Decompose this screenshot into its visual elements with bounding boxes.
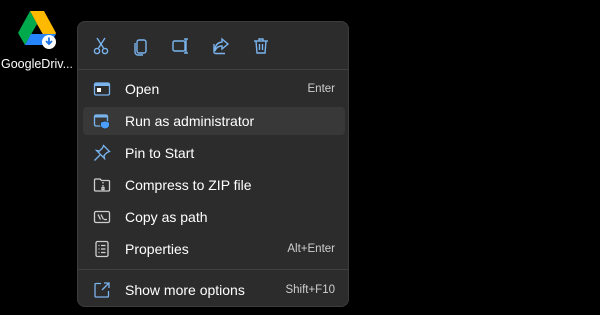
menu-item-label: Run as administrator xyxy=(125,113,255,129)
menu-item-copy-as-path[interactable]: Copy as path xyxy=(83,203,345,231)
menu-item-show-more-options[interactable]: Show more options Shift+F10 xyxy=(83,276,345,304)
menu-item-label: Copy as path xyxy=(125,209,208,225)
cut-icon xyxy=(93,37,109,55)
toolbar-separator xyxy=(78,69,348,70)
menu-item-open[interactable]: Open Enter xyxy=(83,75,345,103)
more-options-icon xyxy=(93,281,111,299)
open-icon xyxy=(93,80,111,98)
menu-item-shortcut: Enter xyxy=(307,83,336,95)
cut-button[interactable] xyxy=(86,32,116,60)
zip-folder-icon xyxy=(93,176,111,194)
menu-item-label: Properties xyxy=(125,241,189,257)
share-icon xyxy=(213,37,230,55)
menu-separator xyxy=(78,269,348,270)
menu-item-compress-to-zip[interactable]: Compress to ZIP file xyxy=(83,171,345,199)
menu-item-label: Show more options xyxy=(125,282,245,298)
copy-button[interactable] xyxy=(126,32,156,60)
desktop-shortcut[interactable]: GoogleDriv... xyxy=(0,6,74,71)
copy-icon xyxy=(134,39,147,56)
share-button[interactable] xyxy=(206,32,236,60)
shield-icon xyxy=(93,112,111,130)
menu-item-label: Compress to ZIP file xyxy=(125,177,252,193)
pin-icon xyxy=(93,144,111,162)
menu-item-run-as-administrator[interactable]: Run as administrator xyxy=(83,107,345,135)
rename-button[interactable] xyxy=(166,32,196,60)
menu-item-pin-to-start[interactable]: Pin to Start xyxy=(83,139,345,167)
context-toolbar xyxy=(78,22,348,70)
google-drive-icon xyxy=(18,11,56,49)
menu-item-label: Pin to Start xyxy=(125,145,195,161)
properties-icon xyxy=(93,240,111,258)
delete-button[interactable] xyxy=(246,32,276,60)
menu-item-label: Open xyxy=(125,81,160,97)
menu-item-shortcut: Alt+Enter xyxy=(287,243,335,255)
context-menu: Open Enter Run as administrator Pin to S… xyxy=(77,21,349,307)
desktop-shortcut-label: GoogleDriv... xyxy=(0,57,73,71)
delete-icon xyxy=(254,38,268,54)
menu-item-properties[interactable]: Properties Alt+Enter xyxy=(83,235,345,263)
desktop: GoogleDriv... Open Enter Run as administ… xyxy=(0,0,600,315)
menu-item-shortcut: Shift+F10 xyxy=(285,284,335,296)
rename-icon xyxy=(172,38,188,54)
copy-path-icon xyxy=(93,208,111,226)
